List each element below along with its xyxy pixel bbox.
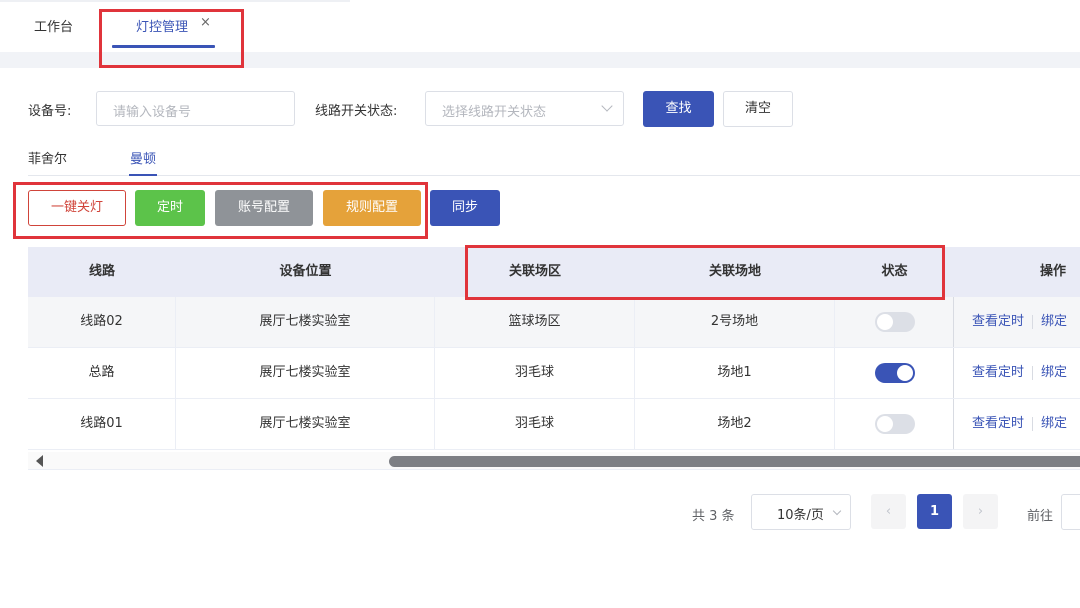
- one-key-lights-off-button[interactable]: 一键关灯: [28, 190, 126, 226]
- next-page-button[interactable]: ›: [963, 494, 998, 529]
- divider: [0, 52, 1080, 68]
- tab-manton[interactable]: 曼顿: [130, 148, 156, 167]
- toggle-knob: [897, 365, 913, 381]
- header-related-venue[interactable]: 关联场地: [635, 247, 835, 297]
- data-table: 线路 设备位置 关联场区 关联场地 状态 操作 线路02 展厅七楼实验室 篮球场…: [28, 247, 1080, 472]
- line-switch-status-placeholder: 选择线路开关状态: [442, 105, 547, 120]
- header-line[interactable]: 线路: [28, 247, 176, 297]
- scroll-left-icon[interactable]: [36, 455, 43, 467]
- status-toggle[interactable]: [875, 363, 915, 383]
- bind-link[interactable]: 绑定: [1041, 416, 1067, 431]
- scrollbar-thumb[interactable]: [389, 456, 1080, 467]
- line-switch-status-label: 线路开关状态:: [315, 104, 398, 119]
- divider: [0, 0, 350, 2]
- account-config-button[interactable]: 账号配置: [215, 190, 313, 226]
- divider: [1032, 416, 1034, 431]
- table-header: 线路 设备位置 关联场区 关联场地 状态 操作: [28, 247, 1080, 297]
- table-row: 线路02 展厅七楼实验室 篮球场区 2号场地 查看定时 绑定: [28, 297, 1080, 348]
- device-number-label: 设备号:: [28, 104, 72, 119]
- view-timer-link[interactable]: 查看定时: [972, 416, 1024, 431]
- sync-button[interactable]: 同步: [430, 190, 500, 226]
- device-number-placeholder: 请输入设备号: [113, 105, 192, 120]
- tab-bar: 工作台 灯控管理 ×: [0, 0, 1080, 52]
- device-number-input[interactable]: 请输入设备号: [96, 91, 295, 126]
- close-icon[interactable]: ×: [200, 15, 211, 30]
- cell-venue: 场地2: [635, 399, 835, 449]
- search-button[interactable]: 查找: [643, 91, 714, 127]
- goto-page-input[interactable]: [1061, 494, 1080, 530]
- clear-button[interactable]: 清空: [723, 91, 793, 127]
- cell-status: [835, 297, 954, 347]
- header-device-location[interactable]: 设备位置: [176, 247, 435, 297]
- divider: [1032, 365, 1034, 380]
- chevron-down-icon: [832, 506, 842, 516]
- tab-fischer[interactable]: 菲舍尔: [28, 148, 67, 167]
- rule-config-button[interactable]: 规则配置: [323, 190, 421, 226]
- status-toggle[interactable]: [875, 414, 915, 434]
- divider: [1032, 314, 1034, 329]
- total-count: 共 3 条: [692, 509, 735, 524]
- page-number-button[interactable]: 1: [917, 494, 952, 529]
- page-size-value: 10条/页: [777, 508, 824, 523]
- cell-venue: 场地1: [635, 348, 835, 398]
- bind-link[interactable]: 绑定: [1041, 365, 1067, 380]
- line-switch-status-select[interactable]: 选择线路开关状态: [425, 91, 624, 126]
- toggle-knob: [877, 416, 893, 432]
- cell-area: 羽毛球: [435, 399, 635, 449]
- view-timer-link[interactable]: 查看定时: [972, 365, 1024, 380]
- tab-light-control[interactable]: 灯控管理: [136, 16, 188, 35]
- divider: [28, 175, 1080, 176]
- page-size-select[interactable]: 10条/页: [751, 494, 851, 530]
- cell-line: 线路02: [28, 297, 176, 347]
- cell-line: 总路: [28, 348, 176, 398]
- cell-status: [835, 348, 954, 398]
- cell-line: 线路01: [28, 399, 176, 449]
- prev-page-button[interactable]: ‹: [871, 494, 906, 529]
- cell-location: 展厅七楼实验室: [176, 348, 435, 398]
- view-timer-link[interactable]: 查看定时: [972, 314, 1024, 329]
- cell-area: 羽毛球: [435, 348, 635, 398]
- horizontal-scrollbar[interactable]: [28, 452, 1080, 470]
- active-tab-indicator: [112, 45, 215, 48]
- status-toggle[interactable]: [875, 312, 915, 332]
- goto-label: 前往: [1027, 509, 1054, 524]
- table-row: 线路01 展厅七楼实验室 羽毛球 场地2 查看定时 绑定: [28, 399, 1080, 450]
- timer-button[interactable]: 定时: [135, 190, 205, 226]
- cell-operations: 查看定时 绑定: [954, 399, 1080, 449]
- header-operations[interactable]: 操作: [954, 247, 1080, 297]
- cell-area: 篮球场区: [435, 297, 635, 347]
- table-row: 总路 展厅七楼实验室 羽毛球 场地1 查看定时 绑定: [28, 348, 1080, 399]
- cell-operations: 查看定时 绑定: [954, 348, 1080, 398]
- chevron-down-icon: [601, 100, 613, 112]
- toggle-knob: [877, 314, 893, 330]
- cell-venue: 2号场地: [635, 297, 835, 347]
- header-related-area[interactable]: 关联场区: [435, 247, 635, 297]
- page: 工作台 灯控管理 × 设备号: 请输入设备号 线路开关状态: 选择线路开关状态 …: [0, 0, 1080, 608]
- cell-operations: 查看定时 绑定: [954, 297, 1080, 347]
- header-status[interactable]: 状态: [835, 247, 954, 297]
- active-subtab-indicator: [129, 174, 157, 176]
- cell-location: 展厅七楼实验室: [176, 399, 435, 449]
- tab-workbench[interactable]: 工作台: [34, 16, 73, 35]
- cell-status: [835, 399, 954, 449]
- bind-link[interactable]: 绑定: [1041, 314, 1067, 329]
- cell-location: 展厅七楼实验室: [176, 297, 435, 347]
